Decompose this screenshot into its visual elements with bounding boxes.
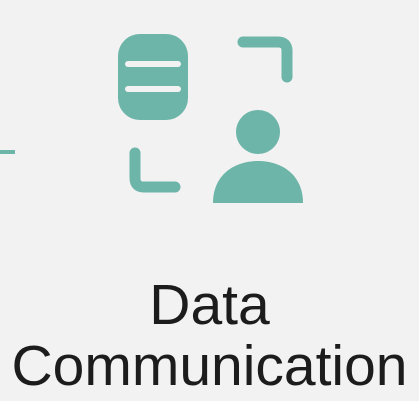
connector-line xyxy=(0,150,15,154)
card-title-line-1: Data xyxy=(149,273,270,337)
bracket-bottom-left-icon xyxy=(129,147,181,193)
user-icon xyxy=(213,110,303,203)
bracket-top-right-icon xyxy=(237,36,293,83)
data-communication-icon xyxy=(110,25,310,215)
card-title-line-2: Communication xyxy=(11,334,408,398)
database-icon xyxy=(118,34,188,120)
